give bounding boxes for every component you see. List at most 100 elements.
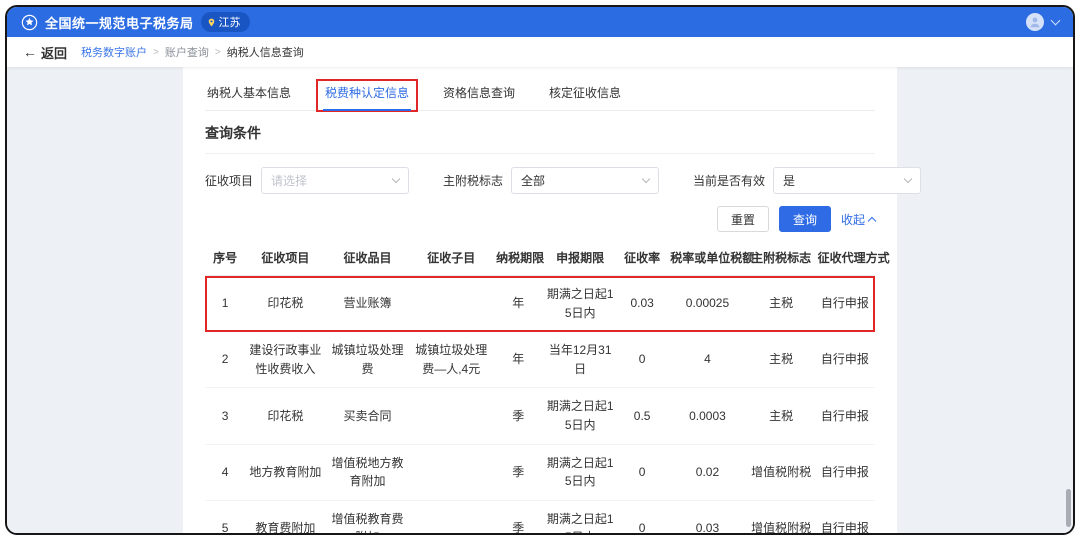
table-cell: 0.02 (667, 444, 747, 500)
table-cell: 增值税地方教育附加 (326, 444, 410, 500)
tab-qualification-info-query[interactable]: 资格信息查询 (441, 80, 517, 110)
column-header: 征收品目 (326, 240, 410, 276)
chevron-down-icon (642, 175, 650, 183)
table-row: 1印花税营业账簿年期满之日起15日内0.030.00025主税自行申报 (205, 276, 875, 332)
tab-tax-type-determination-info[interactable]: 税费种认定信息 (323, 80, 411, 110)
table-cell: 0.03 (667, 500, 747, 533)
table-cell: 0.00025 (667, 276, 747, 332)
table-cell: 3 (205, 388, 245, 444)
chevron-down-icon[interactable] (1051, 16, 1061, 26)
table-cell: 买卖合同 (326, 388, 410, 444)
table-cell: 季 (493, 444, 543, 500)
content-panel: 纳税人基本信息税费种认定信息资格信息查询核定征收信息 查询条件 征收项目请选择主… (183, 67, 897, 533)
table-cell: 自行申报 (815, 332, 875, 388)
top-bar: 全国统一规范电子税务局 江苏 (7, 7, 1073, 37)
filter-main-surtax-flag: 主附税标志全部 (443, 167, 659, 194)
table-cell: 印花税 (245, 388, 325, 444)
table-cell: 期满之日起15日内 (543, 276, 617, 332)
user-avatar[interactable] (1026, 13, 1044, 31)
table-cell: 当年12月31日 (543, 332, 617, 388)
breadcrumb-separator: > (153, 47, 159, 58)
column-header: 征收代理方式 (815, 240, 875, 276)
column-header: 征收率 (617, 240, 667, 276)
table-cell: 0.0003 (667, 388, 747, 444)
table-cell: 年 (493, 276, 543, 332)
collapse-label: 收起 (841, 211, 865, 228)
table-cell: 主税 (748, 276, 815, 332)
table-cell: 营业账簿 (326, 276, 410, 332)
table-cell: 城镇垃圾处理费—人,4元 (409, 332, 493, 388)
table-cell: 4 (667, 332, 747, 388)
tab-taxpayer-basic-info[interactable]: 纳税人基本信息 (205, 80, 293, 110)
select-collection-item[interactable]: 请选择 (261, 167, 409, 194)
table-row: 3印花税买卖合同季期满之日起15日内0.50.0003主税自行申报 (205, 388, 875, 444)
table-cell: 自行申报 (815, 388, 875, 444)
back-button[interactable]: ← 返回 (23, 43, 67, 62)
table-cell: 自行申报 (815, 444, 875, 500)
column-header: 主附税标志 (748, 240, 815, 276)
reset-button[interactable]: 重置 (717, 206, 769, 232)
results-table: 序号征收项目征收品目征收子目纳税期限申报期限征收率税率或单位税额主附税标志征收代… (205, 240, 875, 533)
page-body: 纳税人基本信息税费种认定信息资格信息查询核定征收信息 查询条件 征收项目请选择主… (7, 67, 1073, 533)
column-header: 序号 (205, 240, 245, 276)
vertical-scrollbar[interactable] (1066, 489, 1071, 527)
location-pin-icon (207, 18, 216, 27)
table-cell: 2 (205, 332, 245, 388)
table-cell: 增值税附税 (748, 444, 815, 500)
table-cell (409, 388, 493, 444)
table-cell: 印花税 (245, 276, 325, 332)
search-button[interactable]: 查询 (779, 206, 831, 232)
column-header: 纳税期限 (493, 240, 543, 276)
chevron-down-icon (392, 175, 400, 183)
filter-label: 当前是否有效 (693, 172, 765, 189)
table-cell: 季 (493, 500, 543, 533)
table-cell: 5 (205, 500, 245, 533)
tab-approved-collection-info[interactable]: 核定征收信息 (547, 80, 623, 110)
table-cell: 0.5 (617, 388, 667, 444)
select-currently-valid[interactable]: 是 (773, 167, 921, 194)
breadcrumb-item-taxpayer-info-query[interactable]: 纳税人信息查询 (227, 44, 304, 60)
back-label: 返回 (41, 43, 67, 62)
table-row: 5教育费附加增值税教育费附加 季期满之日起15日内00.03增值税附税自行申报 (205, 500, 875, 533)
breadcrumb-bar: ← 返回 税务数字账户>账户查询>纳税人信息查询 (7, 37, 1073, 67)
app-window: 全国统一规范电子税务局 江苏 ← 返回 税务数字账户>账户查询>纳税人信息查询 … (5, 5, 1075, 535)
region-badge[interactable]: 江苏 (201, 12, 250, 32)
column-header: 申报期限 (543, 240, 617, 276)
table-cell: 城镇垃圾处理费 (326, 332, 410, 388)
tabs: 纳税人基本信息税费种认定信息资格信息查询核定征收信息 (205, 67, 875, 111)
table-cell: 增值税教育费附加 (326, 500, 410, 533)
column-header: 征收项目 (245, 240, 325, 276)
chevron-down-icon (904, 175, 912, 183)
select-value: 请选择 (271, 172, 307, 189)
table-cell: 季 (493, 388, 543, 444)
table-cell: 建设行政事业性收费收入 (245, 332, 325, 388)
breadcrumb-item-account-query[interactable]: 账户查询 (165, 44, 209, 60)
table-cell: 0 (617, 332, 667, 388)
filter-currently-valid: 当前是否有效是 (693, 167, 921, 194)
filter-collection-item: 征收项目 请选择 (205, 167, 409, 194)
select-main-surtax-flag[interactable]: 全部 (511, 167, 659, 194)
tax-bureau-logo-icon (21, 14, 38, 31)
filter-label: 征收项目 (205, 172, 253, 189)
table-cell (409, 444, 493, 500)
table-row: 2建设行政事业性收费收入城镇垃圾处理费城镇垃圾处理费—人,4元年当年12月31日… (205, 332, 875, 388)
table-cell: 主税 (748, 332, 815, 388)
breadcrumb: 税务数字账户>账户查询>纳税人信息查询 (81, 44, 304, 60)
table-cell: 0.03 (617, 276, 667, 332)
collapse-link[interactable]: 收起 (841, 211, 875, 228)
table-cell (409, 276, 493, 332)
table-cell: 教育费附加 (245, 500, 325, 533)
table-cell: 0 (617, 444, 667, 500)
table-cell: 增值税附税 (748, 500, 815, 533)
region-label: 江苏 (219, 14, 241, 30)
table-cell (409, 500, 493, 533)
table-row: 4地方教育附加增值税地方教育附加季期满之日起15日内00.02增值税附税自行申报 (205, 444, 875, 500)
table-cell: 主税 (748, 388, 815, 444)
query-conditions-title: 查询条件 (205, 111, 875, 154)
table-cell: 期满之日起15日内 (543, 500, 617, 533)
table-cell: 年 (493, 332, 543, 388)
column-header: 征收子目 (409, 240, 493, 276)
breadcrumb-item-tax-digital-account[interactable]: 税务数字账户 (81, 44, 147, 60)
table-cell: 0 (617, 500, 667, 533)
table-cell: 自行申报 (815, 500, 875, 533)
